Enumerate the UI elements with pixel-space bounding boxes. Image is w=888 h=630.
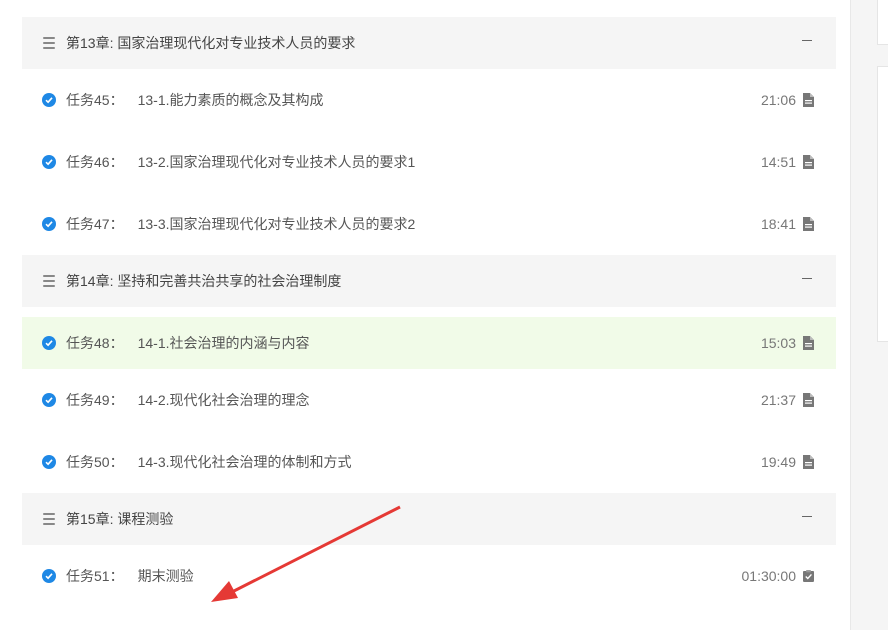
menu-lines-icon (43, 37, 55, 49)
menu-lines-icon (43, 275, 55, 287)
check-circle-icon (42, 155, 56, 169)
task-number: 任务48： (66, 335, 124, 351)
task-row[interactable]: 任务51： 期末测验 01:30:00 (22, 545, 836, 607)
task-duration: 21:06 (760, 92, 796, 108)
document-icon (803, 336, 814, 350)
check-circle-icon (42, 569, 56, 583)
document-icon (803, 155, 814, 169)
task-number: 任务47： (66, 216, 124, 232)
task-number: 任务45： (66, 92, 124, 108)
task-name: 14-1.社会治理的内涵与内容 (137, 335, 310, 351)
check-circle-icon (42, 93, 56, 107)
task-row-active[interactable]: 任务48： 14-1.社会治理的内涵与内容 15:03 (22, 317, 836, 369)
task-name: 13-3.国家治理现代化对专业技术人员的要求2 (137, 216, 416, 232)
task-number: 任务46： (66, 154, 124, 170)
task-row[interactable]: 任务46： 13-2.国家治理现代化对专业技术人员的要求1 14:51 (22, 131, 836, 193)
task-name: 14-2.现代化社会治理的理念 (137, 392, 310, 408)
task-row[interactable]: 任务45： 13-1.能力素质的概念及其构成 21:06 (22, 69, 836, 131)
task-duration: 19:49 (760, 454, 796, 470)
chapter-title: 第13章: 国家治理现代化对专业技术人员的要求 (66, 35, 356, 51)
menu-lines-icon (43, 513, 55, 525)
task-name: 13-2.国家治理现代化对专业技术人员的要求1 (137, 154, 416, 170)
chapter-title: 第15章: 课程测验 (66, 511, 174, 527)
exam-icon (803, 570, 814, 582)
collapse-icon[interactable] (802, 516, 812, 517)
check-circle-icon (42, 217, 56, 231)
task-duration: 14:51 (760, 154, 796, 170)
side-card (877, 66, 888, 342)
task-number: 任务50： (66, 454, 124, 470)
check-circle-icon (42, 455, 56, 469)
task-row[interactable]: 任务47： 13-3.国家治理现代化对专业技术人员的要求2 18:41 (22, 193, 836, 255)
chapter-list: 第13章: 国家治理现代化对专业技术人员的要求 任务45： 13-1.能力素质的… (22, 17, 836, 607)
chapter-header[interactable]: 第13章: 国家治理现代化对专业技术人员的要求 (22, 17, 836, 69)
task-name: 期末测验 (137, 568, 194, 584)
collapse-icon[interactable] (802, 40, 812, 41)
check-circle-icon (42, 336, 56, 350)
course-directory-panel: 第13章: 国家治理现代化对专业技术人员的要求 任务45： 13-1.能力素质的… (0, 0, 851, 630)
chapter-title: 第14章: 坚持和完善共治共享的社会治理制度 (66, 273, 342, 289)
task-duration: 15:03 (760, 335, 796, 351)
task-duration: 21:37 (760, 392, 796, 408)
task-duration: 18:41 (760, 216, 796, 232)
task-number: 任务49： (66, 392, 124, 408)
task-row[interactable]: 任务49： 14-2.现代化社会治理的理念 21:37 (22, 369, 836, 431)
check-circle-icon (42, 393, 56, 407)
document-icon (803, 455, 814, 469)
task-name: 14-3.现代化社会治理的体制和方式 (137, 454, 352, 470)
document-icon (803, 393, 814, 407)
side-card (877, 0, 888, 45)
task-duration: 01:30:00 (741, 568, 797, 584)
document-icon (803, 93, 814, 107)
document-icon (803, 217, 814, 231)
task-row[interactable]: 任务50： 14-3.现代化社会治理的体制和方式 19:49 (22, 431, 836, 493)
task-name: 13-1.能力素质的概念及其构成 (137, 92, 324, 108)
task-number: 任务51： (66, 568, 124, 584)
chapter-header[interactable]: 第14章: 坚持和完善共治共享的社会治理制度 (22, 255, 836, 307)
collapse-icon[interactable] (802, 278, 812, 279)
chapter-header[interactable]: 第15章: 课程测验 (22, 493, 836, 545)
